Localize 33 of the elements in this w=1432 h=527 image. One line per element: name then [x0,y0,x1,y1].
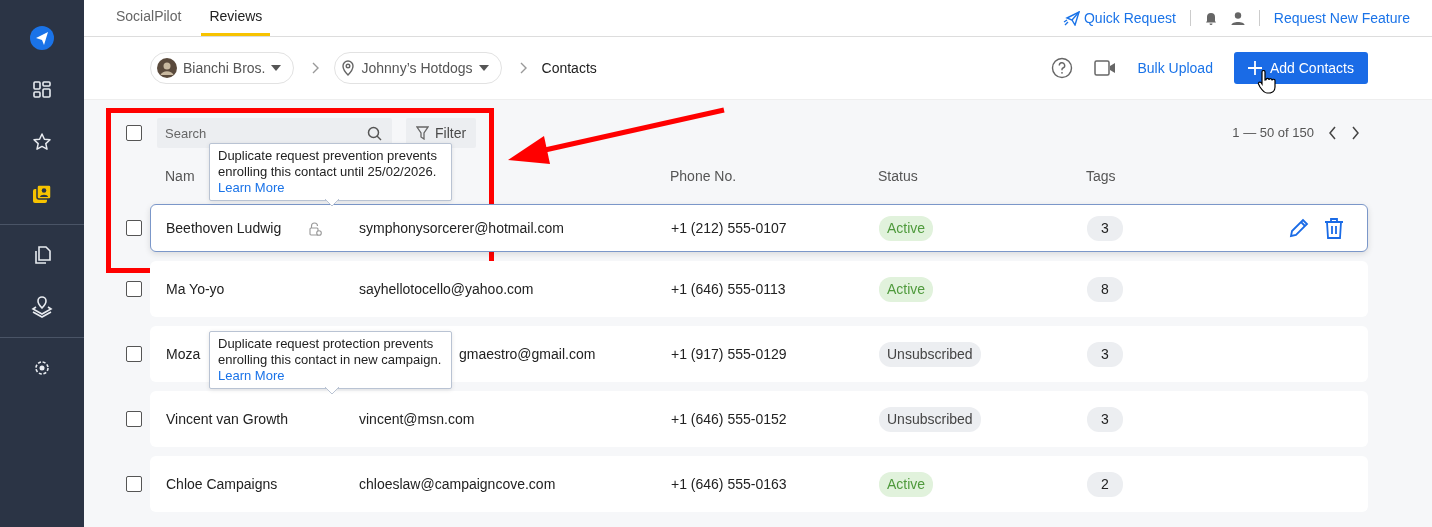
status-badge: Active [879,276,934,302]
tooltip-text: Duplicate request prevention prevents enrolling this contact until 25/02/2026. Learn More [218,148,437,195]
phone-cell: +1 (646) 555-0113 [671,280,786,297]
column-header: Phone No. [670,167,737,184]
email-cell: sayhellotocello@yahoo.com [359,280,534,297]
email-cell: symphonysorcerer@hotmail.com [359,219,564,236]
breadcrumb-current: Contacts [541,58,597,78]
name-cell: Chloe Campaigns [166,475,278,492]
status-badge: Unsubscribed [879,341,981,367]
tag-count: 3 [1087,215,1123,241]
phone-cell: +1 (646) 555-0163 [671,475,787,492]
status-badge: Unsubscribed [879,406,981,432]
name-cell: Moza [166,345,201,362]
phone-cell: +1 (646) 555-0152 [671,410,787,427]
name-cell: Vincent van Growth [166,410,288,427]
email-cell: chloeslaw@campaigncove.com [359,475,556,492]
name-cell: Beethoven Ludwig [166,219,282,236]
status-badge: Active [879,215,934,241]
column-header: Status [878,167,918,184]
pagination-text: 1 — 50 of 150 [1232,124,1314,143]
phone-cell: +1 (212) 555-0107 [671,219,787,236]
tag-count: 8 [1087,276,1123,302]
email-cell: gmaestro@gmail.com [459,345,596,362]
status-badge: Active [879,471,934,497]
column-header: Nam [165,167,195,184]
tooltip-text: Duplicate request protection prevents enrolling this contact in new campaign. Learn More [218,336,442,383]
email-cell: vincent@msn.com [359,410,475,427]
phone-cell: +1 (917) 555-0129 [671,345,787,362]
column-header: Tags [1086,167,1116,184]
tag-count: 3 [1087,406,1123,432]
name-cell: Ma Yo-yo [166,280,225,297]
tag-count: 3 [1087,341,1123,367]
tag-count: 2 [1087,471,1123,497]
